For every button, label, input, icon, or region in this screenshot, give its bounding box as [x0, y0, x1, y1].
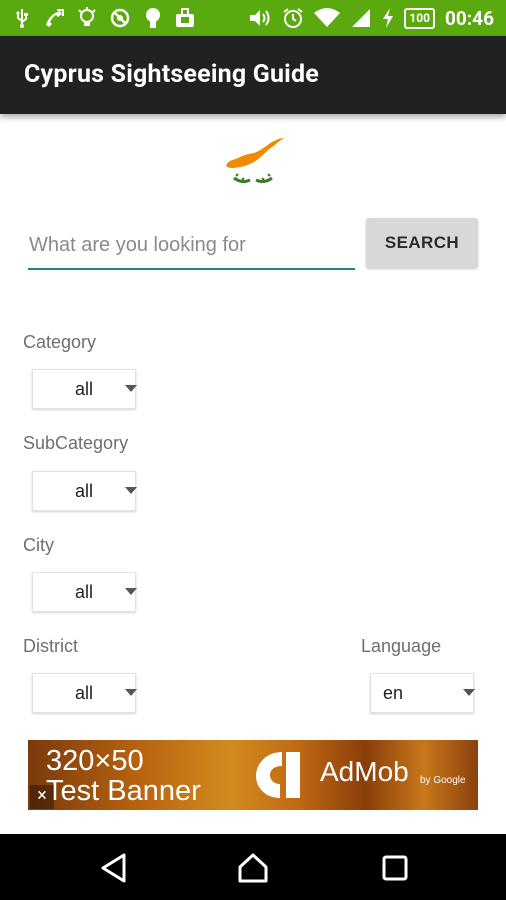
city-value: all	[74, 582, 93, 602]
ad-by-text: by Google	[420, 775, 466, 786]
city-label: City	[23, 535, 54, 555]
volume-icon	[248, 8, 272, 28]
close-icon[interactable]: ×	[30, 785, 54, 809]
language-label: Language	[361, 636, 442, 656]
ad-size-text: 320×50	[46, 745, 144, 777]
wifi-icon	[314, 8, 341, 28]
dropdown-caret-icon	[125, 385, 137, 392]
ad-banner[interactable]: 320×50 Test Banner × AdMob by Google	[28, 740, 478, 810]
signal-icon	[350, 8, 372, 28]
subcategory-value: all	[74, 481, 93, 501]
subcategory-spinner[interactable]: all	[32, 471, 137, 511]
page-title: Cyprus Sightseeing Guide	[24, 60, 319, 89]
dropdown-caret-icon	[125, 588, 137, 595]
battery-icon: 100	[404, 7, 436, 29]
missed-call-icon	[43, 8, 65, 28]
category-label: Category	[23, 332, 97, 352]
language-value: en	[383, 683, 404, 703]
dropdown-caret-icon	[463, 689, 475, 696]
category-value: all	[74, 379, 93, 399]
search-button[interactable]: SEARCH	[366, 218, 478, 268]
charging-icon	[382, 8, 394, 28]
dropdown-caret-icon	[125, 689, 137, 696]
ad-brand-text: AdMob	[320, 756, 409, 787]
ad-test-text: Test Banner	[46, 775, 201, 807]
cyprus-flag-icon	[220, 136, 286, 192]
category-spinner[interactable]: all	[32, 369, 137, 409]
city-spinner[interactable]: all	[32, 572, 137, 612]
usb-icon	[14, 8, 30, 28]
home-icon[interactable]	[236, 851, 270, 885]
subcategory-label: SubCategory	[23, 433, 129, 453]
bulb-icon	[78, 7, 96, 29]
android-icon	[144, 7, 162, 29]
district-spinner[interactable]: all	[32, 673, 137, 713]
district-value: all	[74, 683, 93, 703]
language-spinner[interactable]: en	[370, 673, 475, 713]
status-bar: 100 00:46	[0, 0, 506, 36]
app-toolbar: Cyprus Sightseeing Guide	[0, 36, 506, 114]
bag-icon	[175, 8, 195, 28]
blocked-icon	[109, 7, 131, 29]
status-time: 00:46	[445, 6, 494, 30]
recents-icon[interactable]	[378, 851, 412, 885]
back-icon[interactable]	[98, 851, 132, 885]
search-input[interactable]	[28, 222, 355, 270]
district-label: District	[23, 636, 78, 656]
alarm-icon	[282, 7, 304, 29]
admob-logo-icon	[252, 748, 308, 802]
dropdown-caret-icon	[125, 487, 137, 494]
navigation-bar	[0, 834, 506, 900]
